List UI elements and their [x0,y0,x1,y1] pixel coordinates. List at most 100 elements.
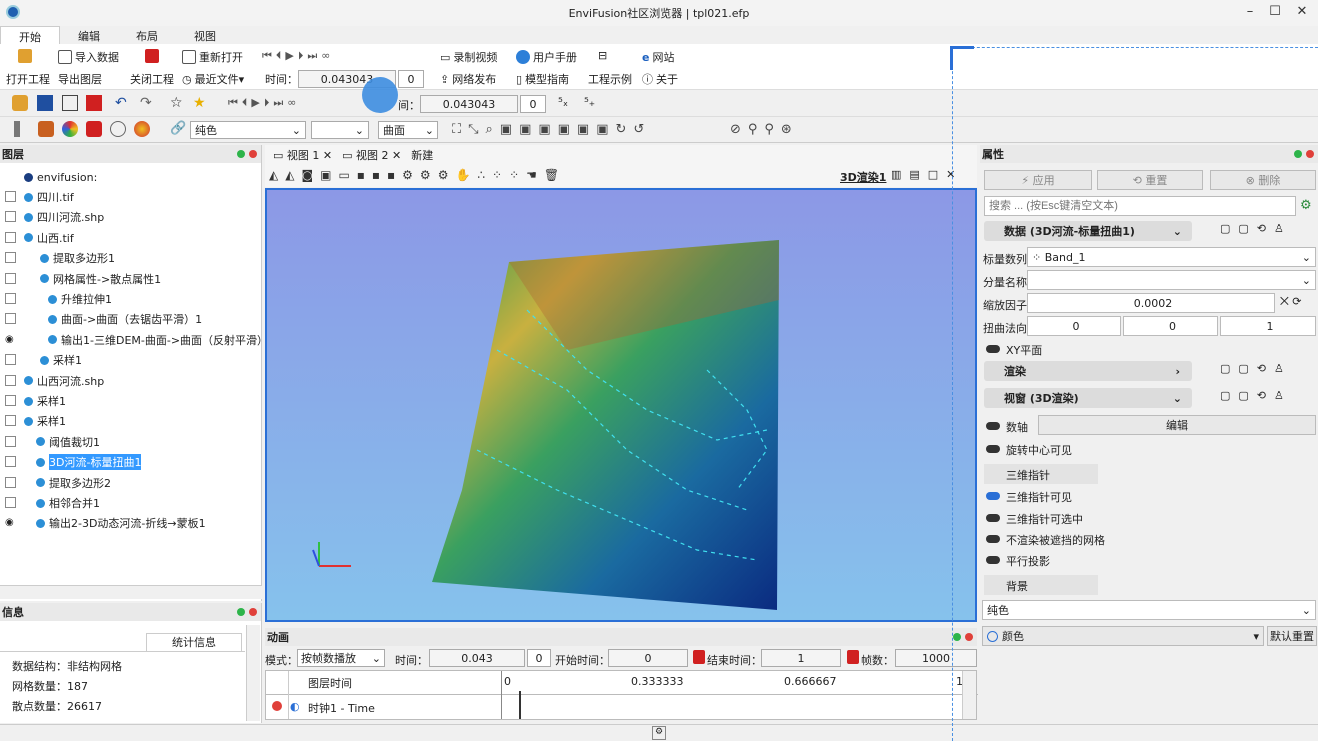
xy-plane-toggle[interactable] [986,345,1000,353]
parallel-projection-toggle[interactable] [986,556,1000,564]
clock-toggle-icon[interactable]: ◐ [290,700,300,713]
layer-item[interactable]: 曲面->曲面（去锯齿平滑）1 [48,309,202,329]
settings-gear-icon[interactable]: ⚙ [1300,198,1312,213]
panel-float-icon[interactable] [237,608,245,616]
layer-checkbox[interactable] [5,497,16,508]
menu-view[interactable]: 视图 [176,26,234,44]
layer-item[interactable]: 山西河流.shp [24,371,104,391]
close-button[interactable]: ✕ [1292,4,1312,22]
export-layer-button[interactable]: 导出图层 [58,71,102,87]
camera-tools[interactable]: ⛶⤡⌕▣▣▣▣▣▣↻↺ [452,122,651,137]
render-view-label[interactable]: 3D渲染1 [840,169,886,185]
tab-statistics[interactable]: 统计信息 [146,633,242,651]
layer-item[interactable]: 四川.tif [24,187,74,207]
layer-item[interactable]: 3D河流-标量扭曲1 [36,452,142,472]
hidden-mesh-toggle[interactable] [986,535,1000,543]
timeline-vscrollbar[interactable] [962,671,976,719]
menu-start[interactable]: 开始 [0,26,60,44]
layer-checkbox[interactable] [5,293,16,304]
probe-tools[interactable]: ⊘⚲⚲⊛ [730,122,799,137]
layer-checkbox[interactable] [5,415,16,427]
about-button[interactable]: ⓘ 关于 [642,71,678,87]
open-project-icon[interactable] [18,49,32,63]
background-color-picker[interactable]: 颜色 ▾ [982,626,1264,646]
status-settings-icon[interactable]: ⚙ [652,726,666,740]
redo-icon[interactable]: ↷ [140,95,156,111]
render-section-icons[interactable]: ▢▢⟲♙ [1220,362,1292,375]
warp-normal-y[interactable]: 0 [1123,316,1218,336]
tab-view-2[interactable]: ▭ 视图 2 ✕ [342,147,401,163]
scalar-array-select[interactable]: ⁘ Band_1 ⌄ [1027,247,1316,267]
info-vscrollbar[interactable] [246,625,260,721]
website-button[interactable]: e 网站 [642,49,674,65]
view-tool-icons[interactable]: ◭◭◙▣▭▪▪▪⚙⚙⚙✋∴⁘⁘☚🗑 [269,168,566,182]
axis-toggle[interactable] [986,422,1000,430]
panel-float-icon[interactable] [1294,150,1302,158]
layer-item[interactable]: 提取多边形1 [40,248,115,268]
end-time-input[interactable]: 1 [761,649,841,667]
layer-checkbox[interactable] [5,211,16,223]
database-icon[interactable] [62,95,78,111]
lock-start-icon[interactable] [693,650,705,664]
recent-files-button[interactable]: ◷ 最近文件▾ [182,71,244,87]
link-icon[interactable]: 🔗 [170,121,186,137]
import-data-button[interactable]: 导入数据 [58,49,119,65]
panel-float-icon[interactable] [953,633,961,641]
layer-checkbox[interactable] [5,456,16,468]
compass-visible-toggle[interactable] [986,492,1000,500]
warp-normal-x[interactable]: 0 [1027,316,1121,336]
panel-close-icon[interactable] [965,633,973,641]
layer-checkbox[interactable] [5,272,16,284]
layer-checkbox[interactable] [5,231,16,243]
panel-close-icon[interactable] [249,608,257,616]
playback-controls[interactable]: ⏮⏴▶⏵⏭∞ [262,49,334,63]
layers-hscrollbar[interactable] [0,585,262,599]
record-dot-icon[interactable] [272,701,282,711]
layer-item[interactable]: 升维拉伸1 [48,289,112,309]
layer-visibility-eye-icon[interactable]: ◉ [5,334,16,345]
layer-checkbox[interactable] [5,476,16,488]
layer-checkbox[interactable] [5,313,16,325]
3d-render-canvas[interactable] [265,188,977,622]
undo-icon[interactable]: ↶ [115,95,131,111]
lock-end-icon[interactable] [847,650,859,664]
layer-checkbox[interactable] [5,395,16,406]
representation-select[interactable]: 曲面 ⌄ [378,121,438,139]
tab-close-icon[interactable]: ✕ [323,149,332,162]
default-reset-button[interactable]: 默认重置 [1267,626,1317,646]
layer-checkbox[interactable] [5,191,16,202]
brush-icon[interactable] [38,121,54,137]
sphere-icon[interactable] [134,121,150,137]
layer-item[interactable]: 采样1 [24,411,66,431]
circle-icon[interactable] [110,121,126,137]
property-search-input[interactable] [984,196,1296,216]
layer-item[interactable]: 阈值裁切1 [36,432,100,452]
user-manual-button[interactable]: 用户手册 [516,49,577,65]
layer-checkbox[interactable] [5,435,16,447]
time-cursor[interactable] [519,691,521,719]
web-publish-button[interactable]: ⇪ 网络发布 [440,71,496,87]
layer-item[interactable]: 提取多边形2 [36,473,111,493]
layer-item[interactable]: 四川河流.shp [24,207,104,227]
panel-float-icon[interactable] [237,150,245,158]
palette-icon[interactable] [62,121,78,137]
layer-visibility-eye-icon[interactable]: ◉ [5,517,16,528]
briefcase-icon[interactable]: ⊟ [598,49,607,62]
reset-button[interactable]: ⟲ 重置 [1097,170,1203,190]
minimize-button[interactable]: – [1240,4,1260,22]
tab-new[interactable]: 新建 [411,147,433,163]
record-video-button[interactable]: ▭ 录制视频 [440,49,497,65]
tab-compass[interactable]: 三维指针 [984,464,1098,484]
warp-normal-z[interactable]: 1 [1220,316,1316,336]
maximize-button[interactable]: ☐ [1265,4,1285,22]
close-project-button[interactable]: 关闭工程 [130,71,174,87]
mode-select[interactable]: 按帧数播放 ⌄ [297,649,385,667]
color-mode-select[interactable]: 纯色 ⌄ [190,121,306,139]
open-project-button[interactable]: 打开工程 [6,71,50,87]
lock-icon[interactable] [86,121,102,137]
anim-time-input[interactable]: 0.043 [429,649,525,667]
project-examples-button[interactable]: 工程示例 [588,71,632,87]
layer-item[interactable]: 采样1 [24,391,66,411]
playback-controls-2[interactable]: ⏮⏴▶⏵⏭∞ [228,96,300,110]
start-time-input[interactable]: 0 [608,649,688,667]
